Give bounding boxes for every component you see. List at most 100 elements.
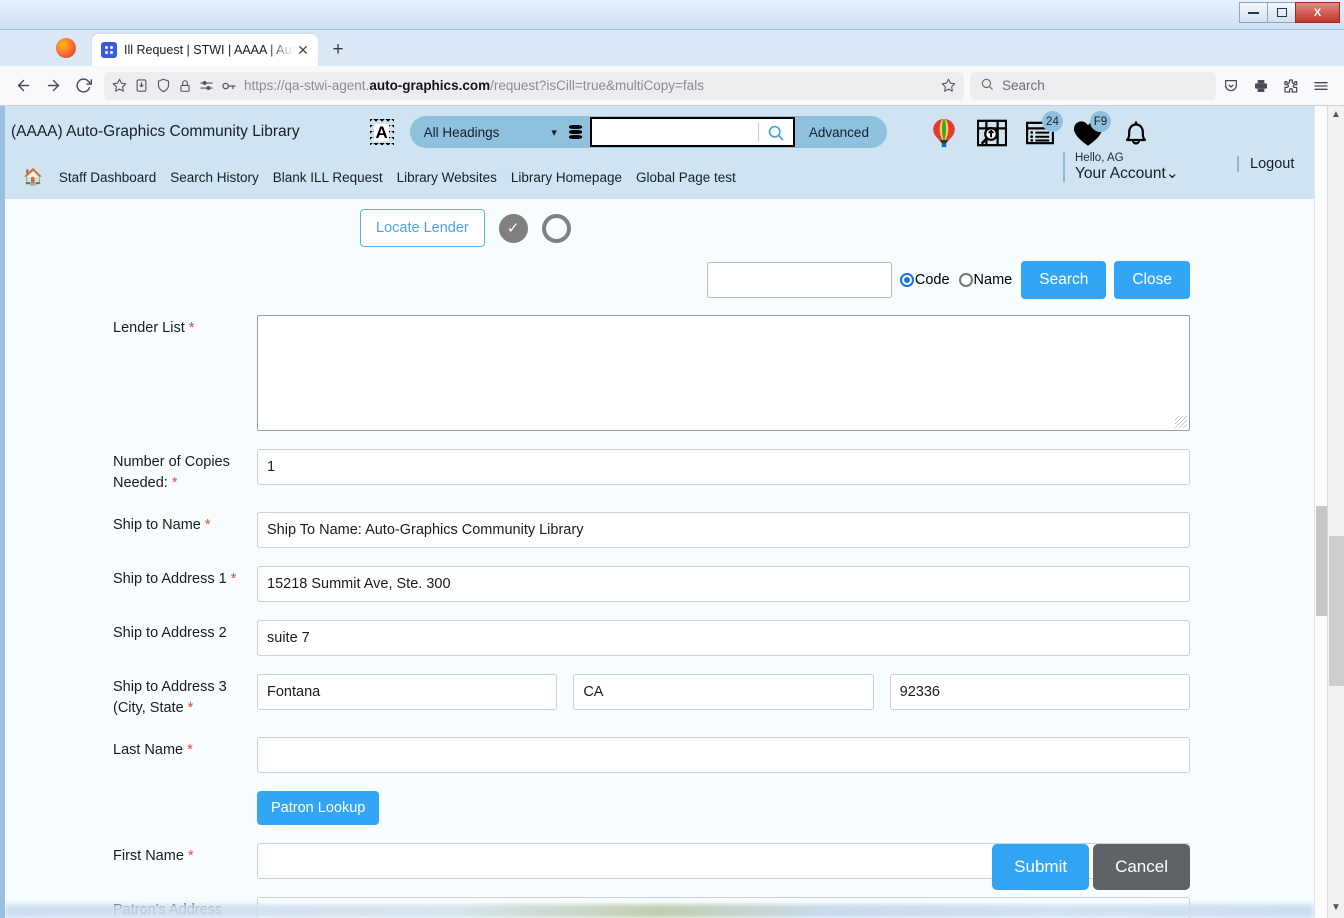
account-chevron-down-icon: ⌄ xyxy=(1165,164,1179,182)
search-books-icon[interactable] xyxy=(975,116,1009,150)
ship-to-name-input[interactable]: Ship To Name: Auto-Graphics Community Li… xyxy=(257,512,1190,549)
ship-to-address-2-input[interactable]: suite 7 xyxy=(257,620,1190,657)
header-icon-group: 24 F9 xyxy=(927,111,1153,150)
account-greeting: Hello, AG xyxy=(1075,152,1124,164)
tracking-protection-icon[interactable] xyxy=(199,78,214,93)
headings-select-value: All Headings xyxy=(423,124,500,140)
copies-needed-input[interactable]: 1 xyxy=(257,449,1190,485)
url-prefix: https://qa-stwi-agent. xyxy=(244,78,370,93)
nav-link-library-homepage[interactable]: Library Homepage xyxy=(511,170,622,185)
scroll-up-icon[interactable]: ▲ xyxy=(1331,106,1341,123)
submit-button[interactable]: Submit xyxy=(992,844,1090,890)
extensions-icon[interactable] xyxy=(1276,71,1306,101)
minimize-button[interactable] xyxy=(1239,2,1268,23)
reload-button[interactable] xyxy=(68,71,98,101)
shield-icon[interactable] xyxy=(156,78,171,93)
bookmark-star-icon[interactable] xyxy=(112,78,127,93)
ill-request-form: Lender List * Number of Copies Needed: *… xyxy=(5,299,1314,918)
catalog-search-input[interactable] xyxy=(589,117,795,147)
nav-link-staff-dashboard[interactable]: Staff Dashboard xyxy=(59,170,156,185)
bell-icon[interactable] xyxy=(1119,116,1153,150)
home-icon[interactable]: 🏠 xyxy=(23,167,43,187)
list-count-badge: 24 xyxy=(1041,111,1063,132)
app-menu-icon[interactable] xyxy=(1306,71,1336,101)
hot-air-balloon-icon[interactable] xyxy=(927,116,961,150)
cancel-button[interactable]: Cancel xyxy=(1093,844,1190,890)
browser-search-bar[interactable]: Search xyxy=(970,71,1216,100)
scroll-down-icon[interactable]: ▼ xyxy=(1331,899,1341,916)
star-bookmark-icon[interactable] xyxy=(941,78,956,93)
logout-link[interactable]: Logout xyxy=(1237,156,1294,172)
code-radio[interactable] xyxy=(899,273,914,287)
lender-list-textarea[interactable] xyxy=(257,315,1190,431)
search-group: All Headings ▾ Advanced xyxy=(409,116,887,148)
locate-lender-row: Locate Lender ✓ xyxy=(5,199,1314,247)
title-bar: X xyxy=(0,0,1344,30)
tab-close-icon[interactable]: ✕ xyxy=(294,41,312,59)
restore-button[interactable] xyxy=(1267,2,1296,23)
ship-zip-input[interactable]: 92336 xyxy=(889,674,1190,711)
patron-lookup-button[interactable]: Patron Lookup xyxy=(257,791,380,826)
required-marker: * xyxy=(187,742,193,759)
tab-strip: Ill Request | STWI | AAAA | Auto ✕ + xyxy=(0,30,1344,66)
headings-select[interactable]: All Headings ▾ xyxy=(424,125,565,140)
step-pending-icon[interactable] xyxy=(541,213,571,243)
field-row-lender-list: Lender List * xyxy=(5,315,1314,431)
name-radio[interactable] xyxy=(958,273,973,287)
radio-option-name[interactable]: Name xyxy=(958,272,1012,288)
inner-scrollbar[interactable] xyxy=(1314,106,1327,918)
lender-close-button[interactable]: Close xyxy=(1114,261,1190,299)
forward-button[interactable] xyxy=(38,71,68,101)
database-icon[interactable] xyxy=(568,125,582,139)
ship-city-input[interactable]: Fontana xyxy=(257,674,558,711)
url-suffix: /request?isCill=true&multiCopy=fals xyxy=(490,78,704,93)
label-ship-to-address-1: Ship to Address 1 * xyxy=(113,571,237,588)
ship-state-input[interactable]: CA xyxy=(573,674,874,711)
nav-link-global-page-test[interactable]: Global Page test xyxy=(636,170,736,185)
tab-favicon-icon xyxy=(101,42,117,58)
url-text[interactable]: https://qa-stwi-agent.auto-graphics.com/… xyxy=(244,78,934,93)
language-icon[interactable]: A xyxy=(369,119,394,145)
nav-link-library-websites[interactable]: Library Websites xyxy=(397,170,497,185)
firefox-logo-icon xyxy=(56,38,76,58)
navigation-toolbar: https://qa-stwi-agent.auto-graphics.com/… xyxy=(0,66,1344,106)
advanced-search-link[interactable]: Advanced xyxy=(795,125,887,140)
account-name: Your Account⌄ xyxy=(1075,164,1179,182)
heart-icon[interactable]: F9 xyxy=(1071,111,1111,150)
lender-search-input[interactable] xyxy=(706,262,892,298)
pocket-toolbar-icon[interactable] xyxy=(1216,71,1246,101)
ship-to-address-1-input[interactable]: 15218 Summit Ave, Ste. 300 xyxy=(257,566,1190,603)
close-window-button[interactable]: X xyxy=(1295,2,1340,23)
list-icon[interactable]: 24 xyxy=(1023,111,1063,150)
nav-link-blank-ill-request[interactable]: Blank ILL Request xyxy=(273,170,383,185)
radio-option-code[interactable]: Code xyxy=(899,272,950,288)
locate-lender-button[interactable]: Locate Lender xyxy=(360,209,485,247)
key-icon[interactable] xyxy=(221,78,237,94)
code-radio-label: Code xyxy=(914,272,950,288)
label-ship-to-name: Ship to Name * xyxy=(113,517,211,534)
save-to-pocket-icon[interactable] xyxy=(134,78,149,93)
lender-search-button[interactable]: Search xyxy=(1021,261,1107,299)
browser-tab[interactable]: Ill Request | STWI | AAAA | Auto ✕ xyxy=(92,34,318,66)
back-button[interactable] xyxy=(8,71,38,101)
window-controls: X xyxy=(1239,2,1340,23)
nav-link-search-history[interactable]: Search History xyxy=(170,170,259,185)
required-marker: * xyxy=(171,475,178,492)
field-row-copies: Number of Copies Needed: * 1 xyxy=(5,449,1314,494)
lock-icon[interactable] xyxy=(178,79,192,93)
inner-scrollbar-thumb[interactable] xyxy=(1316,506,1327,616)
step-complete-icon[interactable]: ✓ xyxy=(498,213,528,243)
form-actions: Submit Cancel xyxy=(992,844,1190,890)
required-marker: * xyxy=(187,848,194,865)
field-row-last-name: Last Name * xyxy=(5,737,1314,774)
print-icon[interactable] xyxy=(1246,71,1276,101)
page-scrollbar[interactable]: ▲ ▼ xyxy=(1327,106,1344,918)
last-name-input[interactable] xyxy=(257,737,1190,774)
page-scrollbar-thumb[interactable] xyxy=(1329,536,1344,686)
page-viewport: (AAAA) Auto-Graphics Community Library A… xyxy=(0,106,1344,918)
url-bar[interactable]: https://qa-stwi-agent.auto-graphics.com/… xyxy=(104,71,964,100)
catalog-search-icon[interactable] xyxy=(759,123,793,142)
new-tab-button[interactable]: + xyxy=(324,36,352,64)
account-menu[interactable]: Hello, AG Your Account⌄ xyxy=(1063,152,1179,182)
background-image-strip xyxy=(5,904,1314,918)
